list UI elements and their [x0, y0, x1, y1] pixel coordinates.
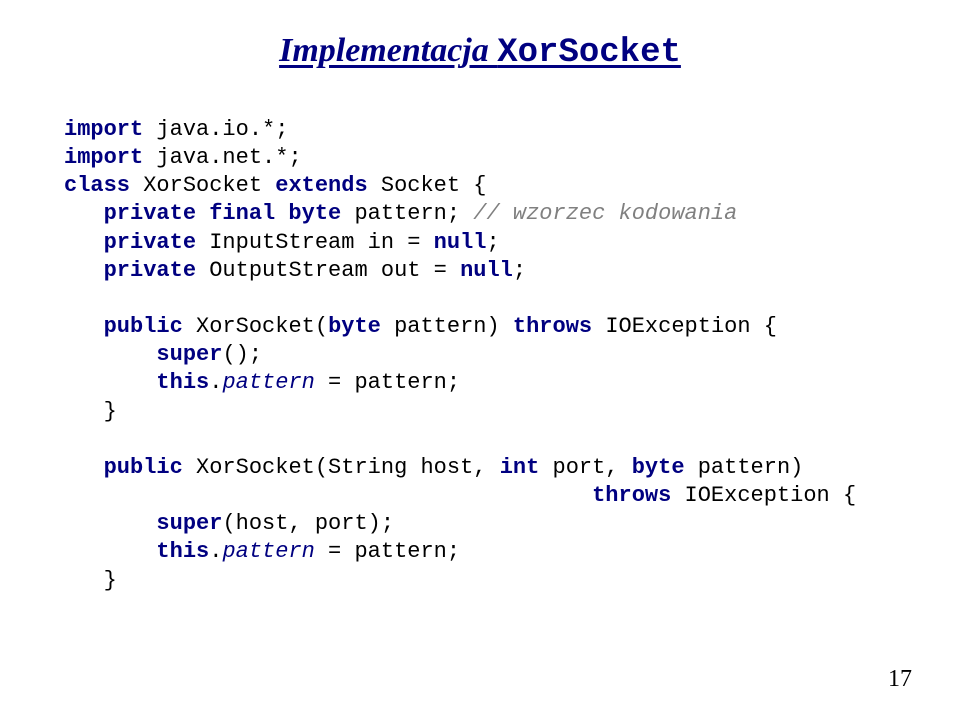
kw-byte: byte [328, 314, 381, 339]
kw-throws: throws [513, 314, 592, 339]
kw-class: class [64, 173, 130, 198]
code-text: } [64, 568, 117, 593]
code-text: (); [222, 342, 262, 367]
kw-import: import [64, 117, 143, 142]
code-text: java.io.*; [143, 117, 288, 142]
code-text: OutputStream out = [196, 258, 460, 283]
field-pattern: pattern [222, 539, 314, 564]
page-number: 17 [888, 666, 912, 693]
kw-super: super [64, 342, 222, 367]
field-pattern: pattern [222, 370, 314, 395]
code-text: = pattern; [315, 539, 460, 564]
kw-throws: throws [64, 483, 671, 508]
slide-title: Implementacja XorSocket [56, 32, 904, 72]
kw-public: public [64, 314, 183, 339]
title-word-1: Implementacja [279, 32, 497, 69]
code-comment: // wzorzec kodowania [473, 201, 737, 226]
code-text: ; [486, 230, 499, 255]
code-text: XorSocket(String host, [183, 455, 500, 480]
code-text: pattern) [685, 455, 804, 480]
kw-super: super [64, 511, 222, 536]
code-text: pattern; [341, 201, 473, 226]
kw-public: public [64, 455, 183, 480]
kw-this: this [64, 539, 209, 564]
kw-byte: byte [632, 455, 685, 480]
code-block: import java.io.*; import java.net.*; cla… [64, 116, 904, 595]
title-word-2: XorSocket [497, 34, 681, 72]
code-text: IOException { [671, 483, 856, 508]
code-text: Socket { [368, 173, 487, 198]
code-text: XorSocket [130, 173, 275, 198]
code-text: . [209, 539, 222, 564]
kw-private: private [64, 230, 196, 255]
code-text: java.net.*; [143, 145, 301, 170]
code-text: XorSocket( [183, 314, 328, 339]
code-text: IOException { [592, 314, 777, 339]
code-text: InputStream in = [196, 230, 434, 255]
kw-private-final-byte: private final byte [64, 201, 341, 226]
kw-null: null [460, 258, 513, 283]
code-text: . [209, 370, 222, 395]
code-text: } [64, 399, 117, 424]
kw-this: this [64, 370, 209, 395]
kw-import: import [64, 145, 143, 170]
kw-private: private [64, 258, 196, 283]
code-text: ; [513, 258, 526, 283]
kw-extends: extends [275, 173, 367, 198]
code-text: (host, port); [222, 511, 394, 536]
kw-int: int [500, 455, 540, 480]
code-text: pattern) [381, 314, 513, 339]
code-text: port, [539, 455, 631, 480]
kw-null: null [434, 230, 487, 255]
code-text: = pattern; [315, 370, 460, 395]
